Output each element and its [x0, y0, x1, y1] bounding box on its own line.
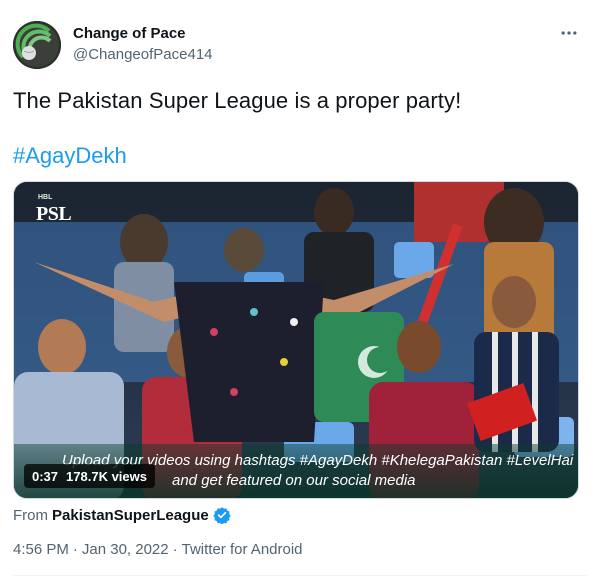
source-prefix: From [13, 506, 48, 524]
hashtag-link[interactable]: #AgayDekh [13, 143, 127, 169]
meta-separator: · [72, 541, 78, 558]
tweet-text: The Pakistan Super League is a proper pa… [13, 88, 462, 113]
logo-sponsor-text: HBL [38, 194, 53, 201]
psl-logo: HBL PSL [36, 194, 94, 232]
tweet-metadata: 4:56 PM · Jan 30, 2022 · Twitter for Android [13, 541, 303, 558]
more-options-button[interactable] [556, 22, 582, 44]
video-player[interactable]: HBL PSL Upload your videos using hashtag… [13, 181, 579, 499]
tweet-card: Change of Pace @ChangeofPace414 The Paki… [0, 0, 600, 581]
source-attribution: From PakistanSuperLeague [13, 506, 231, 524]
tweet-client-link[interactable]: Twitter for Android [182, 541, 303, 558]
video-views: 178.7K views [66, 468, 147, 484]
video-caption-line-2: and get featured on our social media [172, 472, 416, 489]
more-icon [561, 31, 577, 35]
source-account-link[interactable]: PakistanSuperLeague [52, 507, 209, 524]
meta-separator: · [172, 541, 178, 558]
avatar[interactable] [13, 21, 61, 69]
author-display-name[interactable]: Change of Pace [73, 25, 186, 42]
cricket-ball-signal-icon [13, 21, 61, 69]
tweet-time-link[interactable]: 4:56 PM [13, 541, 69, 558]
author-handle[interactable]: @ChangeofPace414 [73, 46, 213, 63]
tweet-date-link[interactable]: Jan 30, 2022 [82, 541, 169, 558]
video-info-badge: 0:37 178.7K views [24, 464, 155, 488]
logo-main-text: PSL [36, 203, 72, 225]
verified-badge-icon [213, 507, 231, 524]
video-duration: 0:37 [32, 468, 59, 484]
divider [13, 575, 587, 576]
